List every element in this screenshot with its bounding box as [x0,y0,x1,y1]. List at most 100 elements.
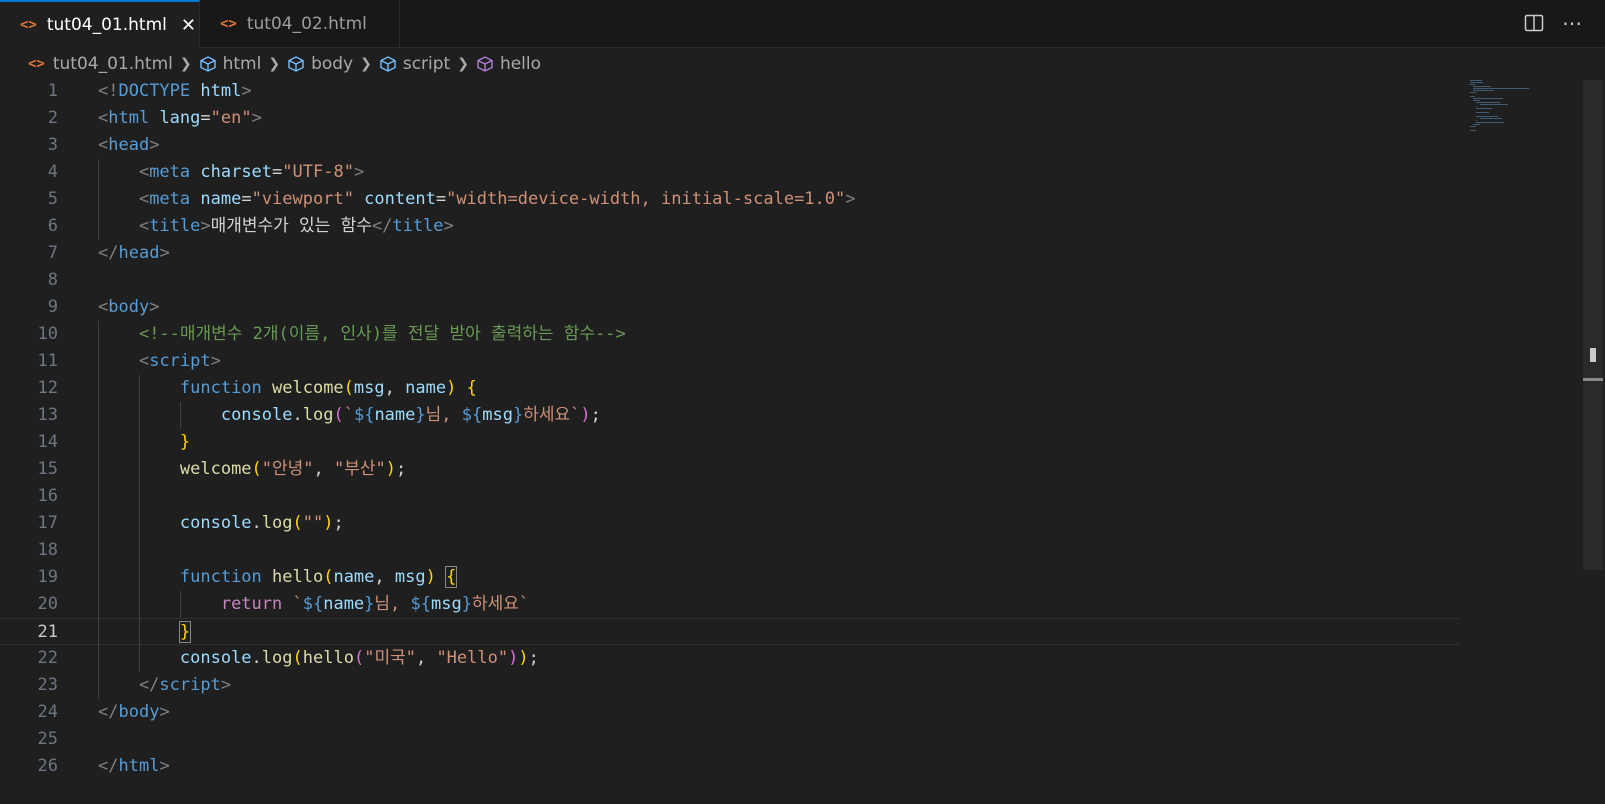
code-line[interactable]: 7 </head> [0,240,1460,267]
line-content: <meta name="viewport" content="width=dev… [98,186,856,213]
code-line[interactable]: 25 [0,726,1460,753]
code-token: = [241,189,252,209]
code-token: log [261,648,293,668]
editor-tab-bar: <> tut04_01.html ✕ <> tut04_02.html ⋯ [0,0,1605,48]
code-token: "미국" [364,648,416,668]
code-token: </ [98,243,119,263]
code-line[interactable]: 12 function welcome(msg, name) { [0,375,1460,402]
code-line[interactable]: 19 function hello(name, msg) { [0,564,1460,591]
code-token: > [159,243,170,263]
code-line[interactable]: 8 [0,267,1460,294]
code-token: 매개변수가 있는 함수 [210,216,372,236]
code-line[interactable]: 13 console.log(`${name}님, ${msg}하세요`); [0,402,1460,429]
code-token: "viewport" [251,189,365,209]
code-line[interactable]: 22 console.log(hello("미국", "Hello")); [0,645,1460,672]
code-token: hello [272,567,324,587]
code-line[interactable]: 18 [0,537,1460,564]
code-token: 하세요` [472,594,530,614]
code-token: ( [292,648,303,668]
code-token: ( [323,567,334,587]
code-line[interactable]: 11 <script> [0,348,1460,375]
code-line[interactable]: 21 } [0,618,1460,645]
code-token: function [179,378,273,398]
line-content: </html> [98,753,170,780]
line-content: <body> [98,294,159,321]
code-token: <!--매개변수 2개(이름, 인사)를 전달 받아 출력하는 함수--> [138,324,626,344]
chevron-right-icon: ❯ [268,56,281,72]
code-line[interactable]: 2 <html lang="en"> [0,105,1460,132]
indent-guide [179,402,181,429]
code-line[interactable]: 9 <body> [0,294,1460,321]
code-token: ` [343,405,354,425]
code-token: <! [98,81,119,101]
method-cube-icon [476,55,494,73]
vertical-scrollbar[interactable] [1583,80,1603,570]
tab-label: tut04_02.html [246,13,367,34]
code-line[interactable]: 17 console.log(""); [0,510,1460,537]
more-actions-icon[interactable]: ⋯ [1561,11,1583,35]
line-number: 23 [37,675,58,695]
code-line[interactable]: 4 <meta charset="UTF-8"> [0,159,1460,186]
breadcrumb-body[interactable]: body [287,54,353,74]
minimap[interactable] [1470,80,1550,140]
element-cube-icon [287,55,305,73]
breadcrumb-file[interactable]: <> tut04_01.html [28,54,173,74]
breadcrumb-script[interactable]: script [379,54,450,74]
code-token: } [178,621,192,643]
minimap-line [1479,118,1502,119]
split-editor-icon[interactable] [1523,12,1545,34]
code-line[interactable]: 1 <!DOCTYPE html> [0,78,1460,105]
code-token: meta [149,162,201,182]
tab-tut04-01[interactable]: <> tut04_01.html ✕ [0,0,200,48]
close-icon[interactable]: ✕ [181,15,196,36]
code-line[interactable]: 24 </body> [0,699,1460,726]
code-token: > [241,81,252,101]
scrollbar-cursor-marker [1590,348,1596,362]
code-token: </ [98,675,160,695]
code-token: ( [292,513,303,533]
code-token: ${ [302,594,324,614]
code-line[interactable]: 5 <meta name="viewport" content="width=d… [0,186,1460,213]
code-token: ( [353,648,365,668]
code-token: . [251,648,262,668]
indent-guide [98,321,99,699]
minimap-line [1476,112,1490,113]
code-token: < [98,297,109,317]
code-line[interactable]: 15 welcome("안녕", "부산"); [0,456,1460,483]
tab-tut04-02[interactable]: <> tut04_02.html [200,0,400,47]
breadcrumb-hello[interactable]: hello [476,54,541,74]
code-editor[interactable]: 1 <!DOCTYPE html> 2 <html lang="en"> 3 <head>… [0,80,1460,804]
line-number: 24 [37,702,58,722]
line-number: 9 [47,297,58,317]
code-line[interactable]: 3 <head> [0,132,1460,159]
minimap-line [1470,92,1476,93]
chevron-right-icon: ❯ [457,56,469,72]
line-content: <head> [98,132,159,159]
code-line[interactable]: 20 return `${name}님, ${msg}하세요` [0,591,1460,618]
code-line[interactable]: 26 </html> [0,753,1460,780]
code-line[interactable]: 23 </script> [0,672,1460,699]
code-token: = [272,162,283,182]
code-token: < [98,216,150,236]
line-number: 7 [47,243,58,263]
code-line[interactable]: 14 } [0,429,1460,456]
line-number: 10 [37,324,58,344]
line-number: 17 [37,513,58,533]
line-content: } [98,619,192,646]
code-line[interactable]: 16 [0,483,1460,510]
code-token: { [445,566,458,588]
code-token: html [118,756,160,776]
code-token: ; [528,648,539,668]
code-token: ( [343,378,354,398]
code-line[interactable]: 6 <title>매개변수가 있는 함수</title> [0,213,1460,240]
breadcrumb-html[interactable]: html [199,54,261,74]
code-token: welcome [179,459,252,479]
line-content: <!DOCTYPE html> [98,78,252,105]
line-content: <!--매개변수 2개(이름, 인사)를 전달 받아 출력하는 함수--> [98,321,626,348]
code-token: title [392,216,444,236]
code-token: charset [200,162,273,182]
code-line[interactable]: 10 <!--매개변수 2개(이름, 인사)를 전달 받아 출력하는 함수--> [0,321,1460,348]
code-token: ; [333,513,344,533]
code-token: body [108,297,150,317]
